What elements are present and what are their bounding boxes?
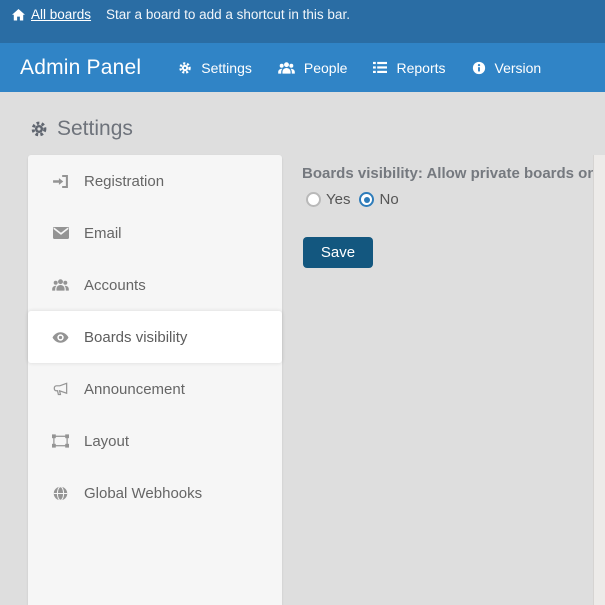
nav-item-label: Reports bbox=[396, 60, 445, 76]
radio-no[interactable] bbox=[359, 192, 374, 207]
radio-yes-label: Yes bbox=[326, 191, 350, 208]
sidebar-item-layout[interactable]: Layout bbox=[28, 415, 282, 467]
gear-icon bbox=[30, 120, 48, 138]
page-title: Settings bbox=[30, 117, 133, 141]
eye-icon bbox=[52, 332, 69, 343]
bullhorn-icon bbox=[52, 382, 69, 396]
home-icon bbox=[12, 9, 25, 21]
nav-item-label: Version bbox=[495, 60, 542, 76]
sidebar-item-boards-visibility[interactable]: Boards visibility bbox=[28, 311, 282, 363]
settings-sidebar: Registration Email Accounts bbox=[28, 155, 282, 605]
envelope-icon bbox=[52, 227, 69, 239]
nav-item-people[interactable]: People bbox=[265, 43, 361, 92]
list-icon bbox=[373, 61, 387, 74]
people-icon bbox=[278, 61, 295, 75]
radio-yes[interactable] bbox=[306, 192, 321, 207]
info-icon bbox=[472, 61, 486, 75]
nav-item-version[interactable]: Version bbox=[459, 43, 555, 92]
sidebar-item-label: Global Webhooks bbox=[84, 485, 202, 502]
sidebar-item-registration[interactable]: Registration bbox=[28, 155, 282, 207]
shortcut-bar: All boards Star a board to add a shortcu… bbox=[0, 0, 605, 43]
page-title-text: Settings bbox=[57, 117, 133, 141]
visibility-radio-group: Yes No bbox=[306, 191, 399, 208]
nav-item-reports[interactable]: Reports bbox=[360, 43, 458, 92]
nav-item-label: People bbox=[304, 60, 348, 76]
sidebar-item-label: Announcement bbox=[84, 381, 185, 398]
sign-in-icon bbox=[52, 175, 69, 188]
sidebar-item-announcement[interactable]: Announcement bbox=[28, 363, 282, 415]
sidebar-item-label: Accounts bbox=[84, 277, 146, 294]
gear-icon bbox=[178, 61, 192, 75]
sidebar-item-label: Boards visibility bbox=[84, 329, 187, 346]
all-boards-link[interactable]: All boards bbox=[12, 7, 91, 22]
radio-no-label: No bbox=[379, 191, 398, 208]
next-panel-edge bbox=[593, 155, 605, 605]
navbar-menu: Settings People bbox=[165, 43, 554, 92]
object-group-icon bbox=[52, 434, 69, 448]
save-button[interactable]: Save bbox=[303, 237, 373, 268]
sidebar-item-label: Email bbox=[84, 225, 122, 242]
app-title: Admin Panel bbox=[20, 56, 141, 80]
shortcut-hint-text: Star a board to add a shortcut in this b… bbox=[106, 7, 350, 22]
setting-question-label: Boards visibility: Allow private boards … bbox=[302, 165, 605, 182]
radio-option-no[interactable]: No bbox=[359, 191, 398, 208]
sidebar-item-email[interactable]: Email bbox=[28, 207, 282, 259]
users-icon bbox=[52, 278, 69, 292]
nav-item-settings[interactable]: Settings bbox=[165, 43, 265, 92]
sidebar-item-accounts[interactable]: Accounts bbox=[28, 259, 282, 311]
radio-option-yes[interactable]: Yes bbox=[306, 191, 350, 208]
sidebar-item-global-webhooks[interactable]: Global Webhooks bbox=[28, 467, 282, 519]
nav-item-label: Settings bbox=[201, 60, 252, 76]
admin-navbar: Admin Panel Settings bbox=[0, 43, 605, 92]
sidebar-item-label: Registration bbox=[84, 173, 164, 190]
all-boards-label: All boards bbox=[31, 7, 91, 22]
globe-icon bbox=[52, 486, 69, 501]
sidebar-item-label: Layout bbox=[84, 433, 129, 450]
